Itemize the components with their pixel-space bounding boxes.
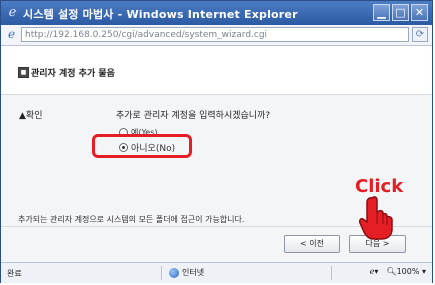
status-divider xyxy=(161,266,162,280)
status-text: 완료 xyxy=(7,269,22,278)
hand-pointer-icon xyxy=(359,196,393,240)
confirm-label: ▲확인 xyxy=(19,111,43,121)
title-bar: ℯ 시스템 설정 마법사 - Windows Internet Explorer… xyxy=(1,1,432,25)
close-button[interactable]: ✕ xyxy=(411,4,428,21)
section-icon: ■ xyxy=(18,67,29,78)
ie-icon: ℯ xyxy=(8,5,17,20)
question-text: 추가로 관리자 계정을 입력하시겠습니까? xyxy=(116,111,271,121)
zone-label: 인터넷 xyxy=(182,268,205,277)
globe-icon xyxy=(169,267,179,278)
wizard-content: ■ 관리자 계정 추가 물음 ▲확인 추가로 관리자 계정을 입력하시겠습니까?… xyxy=(1,46,432,262)
prev-button[interactable]: < 이전 xyxy=(284,235,340,253)
compatibility-view-icon[interactable]: ⟳ xyxy=(412,27,428,42)
url-field[interactable]: http://192.168.0.250/cgi/advanced/system… xyxy=(21,27,409,42)
wizard-header: ■ 관리자 계정 추가 물음 xyxy=(1,46,432,95)
security-zone: 인터넷 xyxy=(169,267,204,278)
window-controls: ▁ □ ✕ xyxy=(373,4,428,21)
maximize-button[interactable]: □ xyxy=(392,4,409,21)
protected-mode-icon[interactable]: ℯ▾ xyxy=(370,267,379,276)
browser-window: ℯ 시스템 설정 마법사 - Windows Internet Explorer… xyxy=(0,0,433,283)
triangle-icon: ▲ xyxy=(19,111,26,121)
window-title: 시스템 설정 마법사 - Windows Internet Explorer xyxy=(23,8,298,21)
status-tools: ℯ▾ 🔍︎100% ▾ xyxy=(370,267,426,276)
wizard-title: 관리자 계정 추가 물음 xyxy=(31,69,115,79)
status-divider xyxy=(331,266,332,280)
click-annotation: Click xyxy=(355,176,404,197)
status-bar: 완료 인터넷 ℯ▾ 🔍︎100% ▾ xyxy=(1,262,432,283)
magnifier-icon: 🔍︎ xyxy=(386,267,397,276)
info-note: 추가되는 관리자 계정으로 시스템의 모든 폴더에 접근이 가능합니다. xyxy=(18,215,245,224)
zoom-control[interactable]: 🔍︎100% ▾ xyxy=(386,267,426,276)
highlight-box xyxy=(92,134,192,158)
address-bar: ℯ http://192.168.0.250/cgi/advanced/syst… xyxy=(1,25,432,46)
minimize-button[interactable]: ▁ xyxy=(373,4,390,21)
page-icon: ℯ xyxy=(7,27,16,41)
